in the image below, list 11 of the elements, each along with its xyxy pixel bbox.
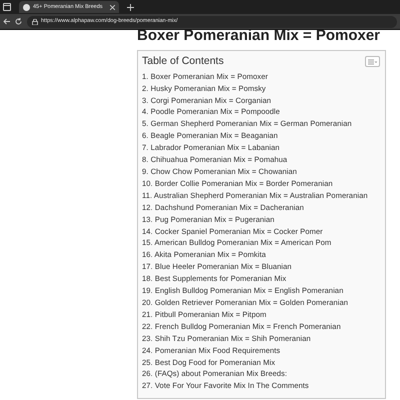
lock-icon (32, 18, 38, 24)
section-heading: Boxer Pomeranian Mix = Pomoxer (137, 28, 382, 44)
favicon-icon (23, 4, 30, 10)
new-tab-icon[interactable] (127, 4, 134, 10)
close-icon[interactable] (110, 4, 115, 10)
list-icon (368, 58, 377, 65)
tab-actions-icon[interactable] (3, 3, 11, 11)
reload-icon[interactable] (15, 18, 22, 25)
toc-toggle-button[interactable] (365, 56, 380, 68)
back-icon[interactable] (3, 18, 10, 25)
toc-title: Table of Contents (142, 54, 224, 69)
